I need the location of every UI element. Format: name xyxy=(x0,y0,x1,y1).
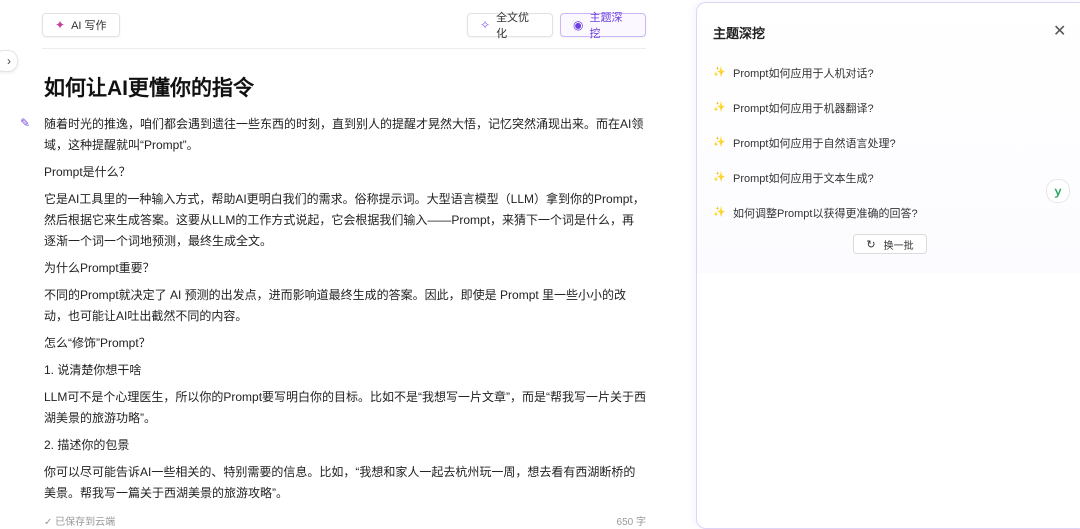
paragraph[interactable]: 不同的Prompt就决定了 AI 预测的出发点，进而影响道最终生成的答案。因此，… xyxy=(44,285,646,327)
close-icon[interactable]: ✕ xyxy=(1053,21,1066,41)
topic-deep-dive-label: 主题深挖 xyxy=(589,12,623,40)
assistant-logo-icon[interactable]: ｙ xyxy=(1046,179,1070,203)
paragraph[interactable]: 你可以尽可能告诉AI一些相关的、特别需要的信息。比如，“我想和家人一起去杭州玩一… xyxy=(44,462,646,504)
refresh-label: 换一批 xyxy=(883,240,914,252)
topic-deep-dive-button[interactable]: ◉ 主题深挖 xyxy=(560,12,646,40)
editor-area: ✦ AI 写作 ✧ 全文优化 ◉ 主题深挖 如何让AI更懂你的指令 ✎ 随着时光… xyxy=(0,0,690,528)
sparkle-icon: ✨ xyxy=(713,137,726,148)
panel-title: 主题深挖 xyxy=(713,26,766,41)
ai-assist-icon[interactable]: ✎ xyxy=(20,116,30,130)
question-text: Prompt如何应用于机器翻译? xyxy=(733,102,874,115)
document-title[interactable]: 如何让AI更懂你的指令 xyxy=(44,72,254,102)
ai-write-label: AI 写作 xyxy=(71,20,107,32)
paragraph[interactable]: 为什么Prompt重要？ xyxy=(44,258,646,279)
editor-footer: ✓ 已保存到云端 650 字 xyxy=(44,513,646,528)
list-item[interactable]: ✨ Prompt如何应用于文本生成? xyxy=(713,160,1053,195)
sparkle-icon: ✨ xyxy=(713,207,726,218)
lightbulb-icon: ◉ xyxy=(573,18,584,32)
question-list: ✨ Prompt如何应用于人机对话? ✨ Prompt如何应用于机器翻译? ✨ … xyxy=(713,55,1053,230)
paragraph[interactable]: 随着时光的推逸，咱们都会遇到遗往一些东西的时刻，直到别人的提醒才晃然大悟，记忆突… xyxy=(44,114,646,156)
list-item[interactable]: ✨ Prompt如何应用于机器翻译? xyxy=(713,90,1053,125)
toolbar-divider xyxy=(42,48,646,49)
word-count: 650 字 xyxy=(616,517,646,528)
list-item[interactable]: ✨ 如何调整Prompt以获得更准确的回答? xyxy=(713,195,1053,230)
question-text: Prompt如何应用于人机对话? xyxy=(733,67,874,80)
question-text: 如何调整Prompt以获得更准确的回答? xyxy=(733,207,918,220)
paragraph[interactable]: 1. 说清楚你想干啥 xyxy=(44,360,646,381)
topic-deep-dive-panel: 主题深挖 ✕ ✨ Prompt如何应用于人机对话? ✨ Prompt如何应用于机… xyxy=(696,2,1080,529)
sparkle-icon: ✨ xyxy=(713,172,726,183)
refresh-button[interactable]: ↻ 换一批 xyxy=(853,234,927,254)
save-status: ✓ 已保存到云端 xyxy=(44,517,116,528)
optimize-all-button[interactable]: ✧ 全文优化 xyxy=(467,12,553,40)
sparkle-icon: ✦ xyxy=(55,18,66,32)
magic-wand-icon: ✧ xyxy=(480,18,491,32)
paragraph[interactable]: Prompt是什么？ xyxy=(44,162,646,183)
editor-toolbar: ✦ AI 写作 ✧ 全文优化 ◉ 主题深挖 xyxy=(42,12,646,40)
question-text: Prompt如何应用于自然语言处理? xyxy=(733,137,896,150)
optimize-all-label: 全文优化 xyxy=(496,12,530,40)
list-item[interactable]: ✨ Prompt如何应用于自然语言处理? xyxy=(713,125,1053,160)
paragraph[interactable]: 2. 描述你的包景 xyxy=(44,435,646,456)
refresh-icon: ↻ xyxy=(866,238,876,251)
paragraph[interactable]: LLM可不是个心理医生，所以你的Prompt要写明白你的目标。比如不是“我想写一… xyxy=(44,387,646,429)
sparkle-icon: ✨ xyxy=(713,67,726,78)
paragraph[interactable]: 怎么“修饰”Prompt？ xyxy=(44,333,646,354)
paragraph[interactable]: 它是AI工具里的一种输入方式，帮助AI更明白我们的需求。俗称提示词。大型语言模型… xyxy=(44,189,646,252)
document-body[interactable]: 随着时光的推逸，咱们都会遇到遗往一些东西的时刻，直到别人的提醒才晃然大悟，记忆突… xyxy=(44,114,646,510)
ai-write-button[interactable]: ✦ AI 写作 xyxy=(42,13,120,37)
sparkle-icon: ✨ xyxy=(713,102,726,113)
list-item[interactable]: ✨ Prompt如何应用于人机对话? xyxy=(713,55,1053,90)
question-text: Prompt如何应用于文本生成? xyxy=(733,172,874,185)
